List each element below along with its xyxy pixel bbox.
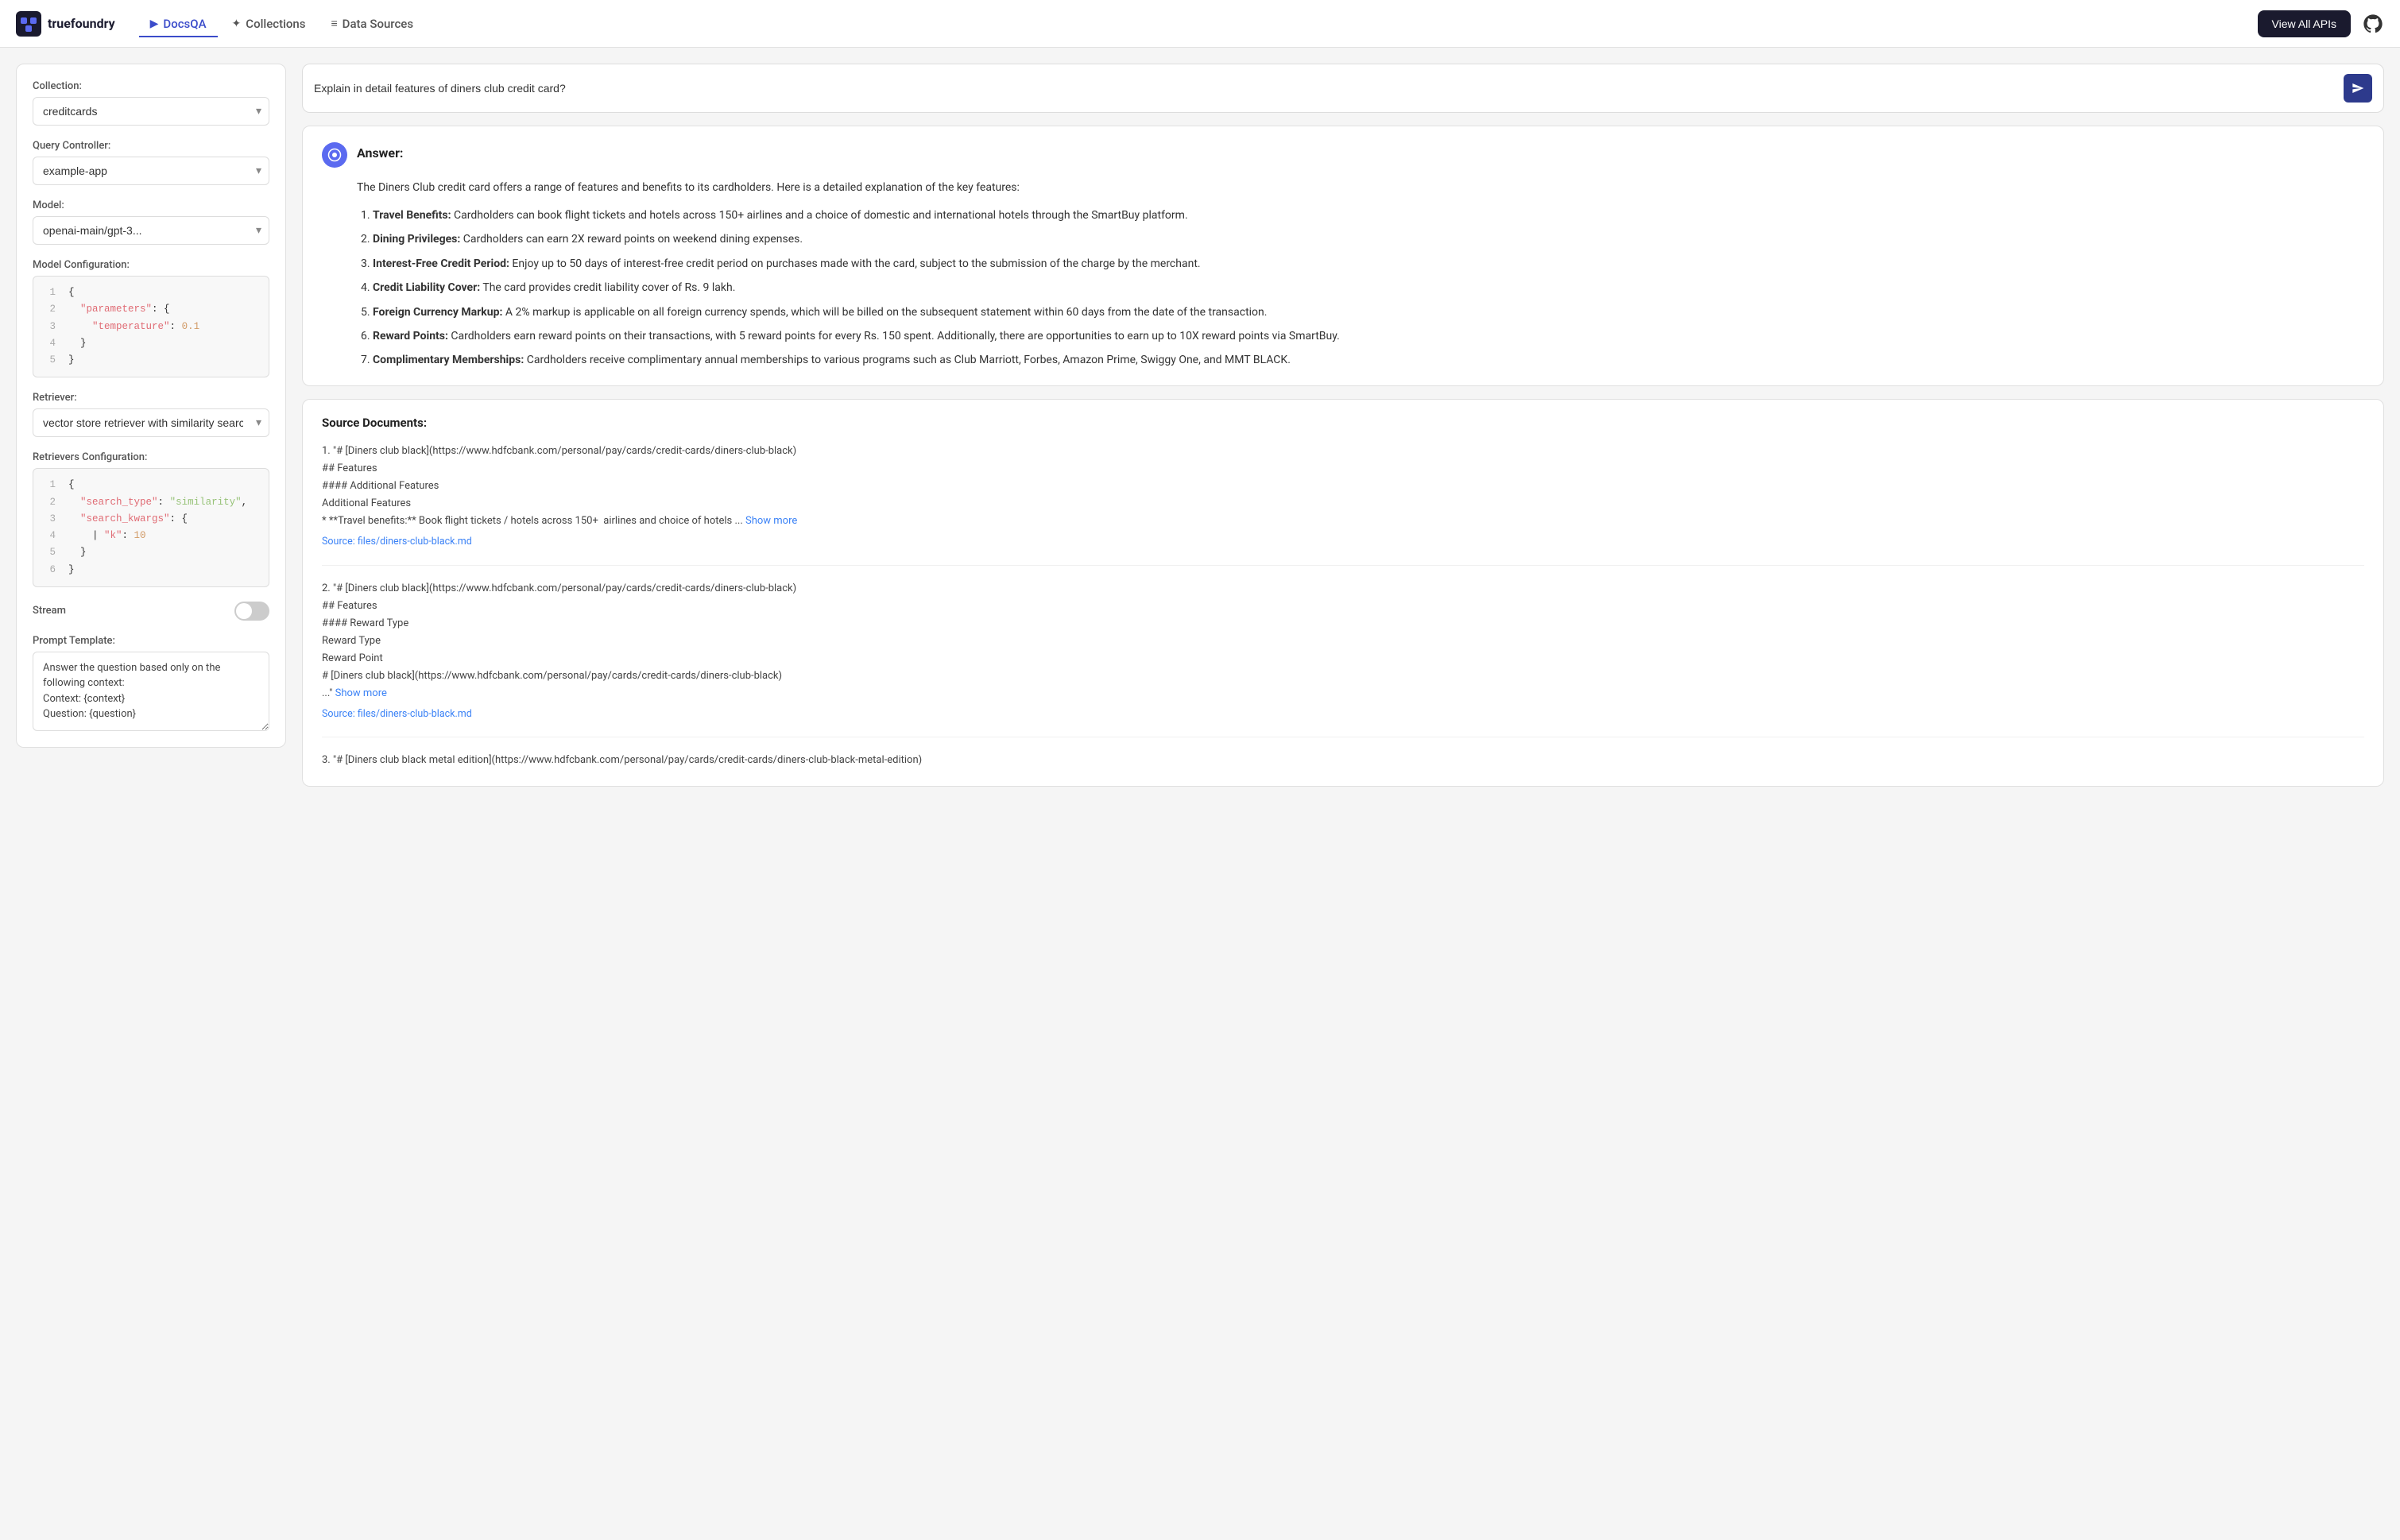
source-doc-2-content: 2. "# [Diners club black](https://www.hd…: [322, 580, 2364, 703]
list-item: Reward Points: Cardholders earn reward p…: [373, 327, 2364, 345]
model-config-line-5: 5 }: [45, 352, 257, 369]
list-item: Complimentary Memberships: Cardholders r…: [373, 351, 2364, 369]
list-item: Foreign Currency Markup: A 2% markup is …: [373, 304, 2364, 321]
answer-list: Travel Benefits: Cardholders can book fl…: [357, 207, 2364, 370]
source-docs-title: Source Documents:: [322, 416, 2364, 430]
query-controller-label: Query Controller:: [33, 140, 269, 152]
retriever-label: Retriever:: [33, 392, 269, 404]
query-input[interactable]: [314, 82, 2336, 95]
item-bold-1: Travel Benefits:: [373, 209, 451, 222]
source-docs-section: Source Documents: 1. "# [Diners club bla…: [302, 399, 2384, 787]
collection-select-wrapper: creditcards: [33, 97, 269, 126]
source-doc-3-content: 3. "# [Diners club black metal edition](…: [322, 752, 2364, 769]
list-item: Dining Privileges: Cardholders can earn …: [373, 230, 2364, 248]
source-doc-3: 3. "# [Diners club black metal edition](…: [322, 752, 2364, 769]
list-item: Travel Benefits: Cardholders can book fl…: [373, 207, 2364, 224]
list-item: Interest-Free Credit Period: Enjoy up to…: [373, 255, 2364, 273]
main-nav: ▶ DocsQA ✦ Collections ≡ Data Sources: [139, 10, 2258, 37]
source-doc-1: 1. "# [Diners club black](https://www.hd…: [322, 443, 2364, 566]
model-label: Model:: [33, 199, 269, 211]
retriever-group: Retriever: vector store retriever with s…: [33, 392, 269, 437]
show-more-1[interactable]: Show more: [745, 515, 797, 527]
model-config-editor[interactable]: 1 { 2 "parameters": { 3 "temperature": 0…: [33, 276, 269, 377]
item-bold-2: Dining Privileges:: [373, 233, 460, 246]
collection-select[interactable]: creditcards: [33, 97, 269, 126]
source-file-2-label: Source: files/diners-club-black.md: [322, 708, 472, 720]
stream-label: Stream: [33, 605, 66, 617]
item-bold-3: Interest-Free Credit Period:: [373, 257, 509, 270]
retrievers-config-label: Retrievers Configuration:: [33, 451, 269, 463]
model-config-line-2: 2 "parameters": {: [45, 301, 257, 318]
main-content: Collection: creditcards Query Controller…: [0, 48, 2400, 1540]
query-bar: [302, 64, 2384, 113]
collections-icon: ✦: [232, 17, 242, 30]
answer-section: Answer: The Diners Club credit card offe…: [302, 126, 2384, 386]
source-doc-2: 2. "# [Diners club black](https://www.hd…: [322, 580, 2364, 738]
source-file-2[interactable]: Source: files/diners-club-black.md: [322, 706, 2364, 722]
model-select[interactable]: openai-main/gpt-3...: [33, 216, 269, 245]
collection-label: Collection:: [33, 80, 269, 92]
nav-datasources[interactable]: ≡ Data Sources: [320, 10, 425, 37]
model-group: Model: openai-main/gpt-3...: [33, 199, 269, 245]
show-more-2[interactable]: Show more: [335, 687, 387, 699]
query-controller-select[interactable]: example-app: [33, 157, 269, 185]
model-config-line-4: 4 }: [45, 335, 257, 352]
stream-toggle[interactable]: [234, 602, 269, 621]
nav-collections-label: Collections: [246, 17, 305, 31]
item-bold-7: Complimentary Memberships:: [373, 354, 524, 366]
nav-docsqa[interactable]: ▶ DocsQA: [139, 10, 218, 37]
logo: truefoundry: [16, 11, 115, 37]
retriever-select-wrapper: vector store retriever with similarity s…: [33, 408, 269, 437]
list-item: Credit Liability Cover: The card provide…: [373, 279, 2364, 296]
answer-body: The Diners Club credit card offers a ran…: [357, 179, 2364, 370]
retrievers-config-group: Retrievers Configuration: 1 { 2 "search_…: [33, 451, 269, 587]
item-bold-6: Reward Points:: [373, 330, 448, 342]
ret-config-line-2: 2 "search_type": "similarity",: [45, 494, 257, 511]
nav-collections[interactable]: ✦ Collections: [221, 10, 317, 37]
docsqa-icon: ▶: [150, 17, 159, 30]
answer-title: Answer:: [357, 142, 403, 161]
send-button[interactable]: [2344, 74, 2372, 103]
model-config-group: Model Configuration: 1 { 2 "parameters":…: [33, 259, 269, 377]
query-controller-select-wrapper: example-app: [33, 157, 269, 185]
bot-icon: [327, 148, 342, 162]
datasources-icon: ≡: [331, 17, 338, 30]
model-config-label: Model Configuration:: [33, 259, 269, 271]
model-config-line-3: 3 "temperature": 0.1: [45, 319, 257, 335]
send-icon: [2352, 82, 2364, 95]
item-bold-4: Credit Liability Cover:: [373, 281, 480, 294]
source-file-1[interactable]: Source: files/diners-club-black.md: [322, 533, 2364, 550]
ret-config-line-1: 1 {: [45, 477, 257, 493]
collection-group: Collection: creditcards: [33, 80, 269, 126]
model-select-wrapper: openai-main/gpt-3...: [33, 216, 269, 245]
item-bold-5: Foreign Currency Markup:: [373, 306, 502, 319]
nav-datasources-label: Data Sources: [343, 17, 413, 31]
header: truefoundry ▶ DocsQA ✦ Collections ≡ Dat…: [0, 0, 2400, 48]
retrievers-config-editor[interactable]: 1 { 2 "search_type": "similarity", 3 "se…: [33, 468, 269, 587]
retriever-select[interactable]: vector store retriever with similarity s…: [33, 408, 269, 437]
ret-config-line-3: 3 "search_kwargs": {: [45, 511, 257, 528]
logo-text: truefoundry: [48, 16, 115, 31]
view-all-apis-button[interactable]: View All APIs: [2258, 10, 2351, 37]
ret-config-line-6: 6 }: [45, 562, 257, 578]
logo-icon: [16, 11, 41, 37]
nav-docsqa-label: DocsQA: [163, 17, 206, 31]
model-config-line-1: 1 {: [45, 284, 257, 301]
chat-area: Answer: The Diners Club credit card offe…: [302, 64, 2384, 1524]
prompt-template-label: Prompt Template:: [33, 635, 269, 647]
source-doc-1-content: 1. "# [Diners club black](https://www.hd…: [322, 443, 2364, 530]
prompt-template-group: Prompt Template: Answer the question bas…: [33, 635, 269, 731]
prompt-template-textarea[interactable]: Answer the question based only on the fo…: [33, 652, 269, 731]
answer-intro: The Diners Club credit card offers a ran…: [357, 179, 2364, 197]
github-icon[interactable]: [2362, 13, 2384, 35]
query-controller-group: Query Controller: example-app: [33, 140, 269, 185]
answer-icon: [322, 142, 347, 168]
source-file-1-label: Source: files/diners-club-black.md: [322, 536, 472, 548]
stream-row: Stream: [33, 602, 269, 621]
ret-config-line-5: 5 }: [45, 544, 257, 561]
sidebar: Collection: creditcards Query Controller…: [16, 64, 286, 748]
ret-config-line-4: 4 | "k": 10: [45, 528, 257, 544]
header-right: View All APIs: [2258, 10, 2384, 37]
answer-header: Answer:: [322, 142, 2364, 168]
